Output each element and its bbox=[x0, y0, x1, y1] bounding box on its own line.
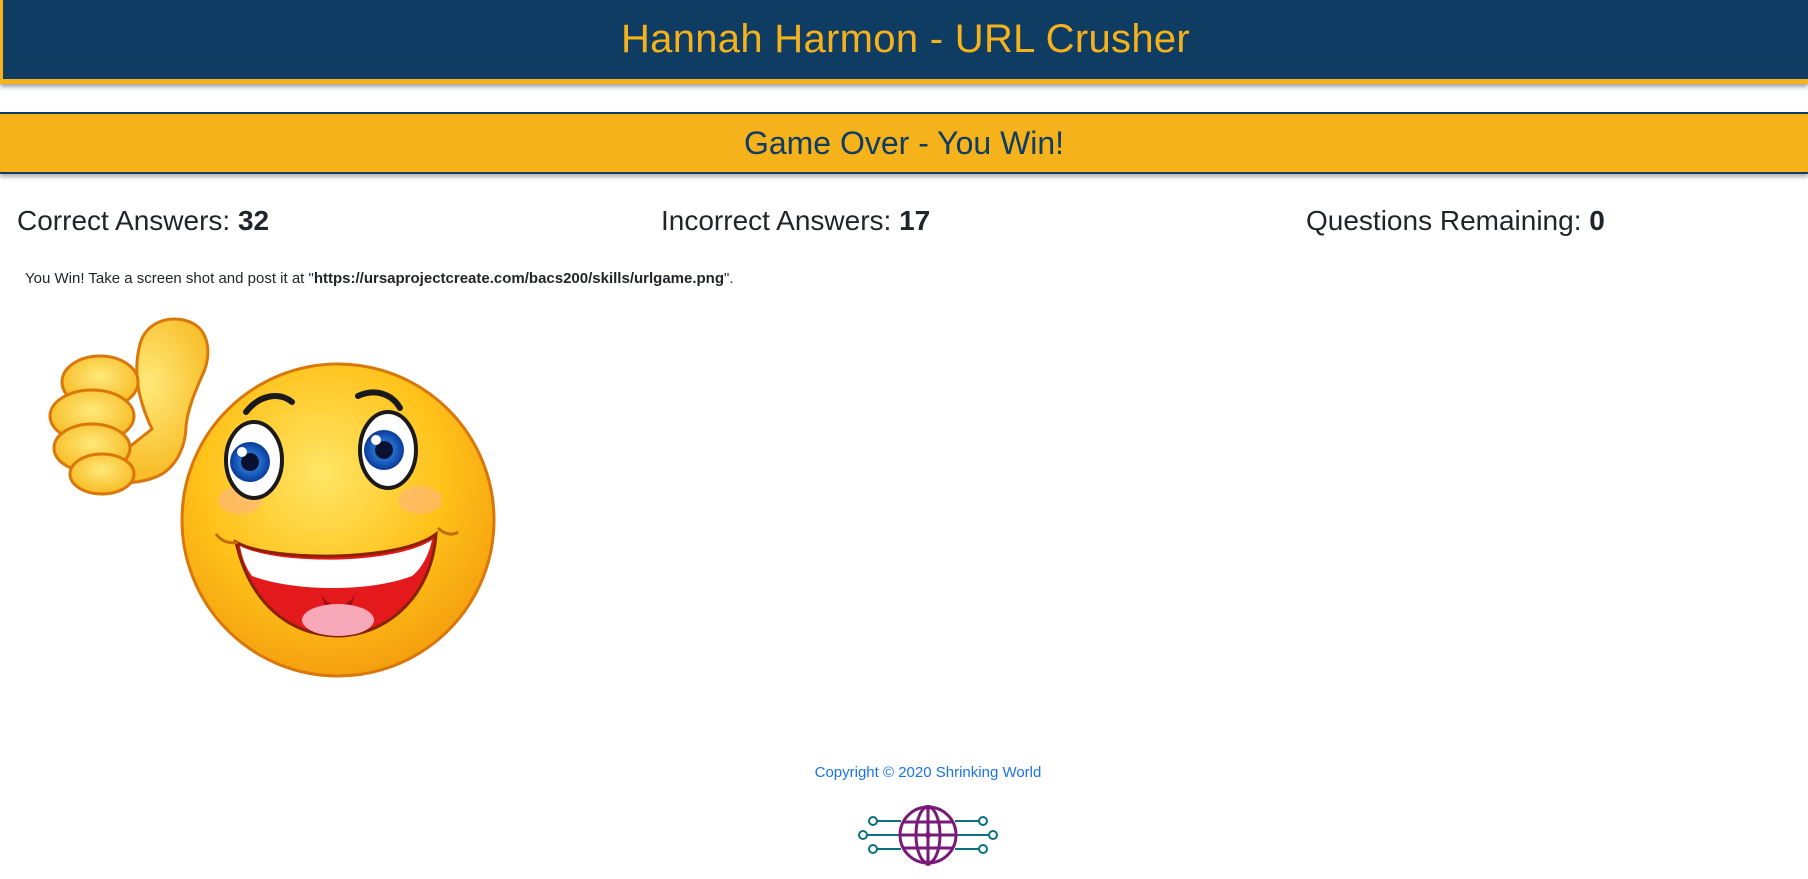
screenshot-url: https://ursaprojectcreate.com/bacs200/sk… bbox=[313, 270, 724, 287]
correct-answers-value: 32 bbox=[237, 205, 270, 236]
incorrect-answers-label: Incorrect Answers: bbox=[661, 205, 900, 236]
win-message-prefix: You Win! Take a screen shot and post it … bbox=[25, 270, 314, 287]
score-stats: Correct Answers: 32 Incorrect Answers: 1… bbox=[0, 205, 1808, 245]
incorrect-answers-stat: Incorrect Answers: 17 bbox=[661, 205, 930, 237]
questions-remaining-label: Questions Remaining: bbox=[1306, 205, 1590, 236]
status-banner: Game Over - You Win! bbox=[0, 112, 1808, 174]
game-status-text: Game Over - You Win! bbox=[743, 124, 1065, 161]
win-message-suffix: ". bbox=[724, 270, 734, 287]
footer-copyright: Copyright © 2020 Shrinking World bbox=[814, 764, 1042, 781]
correct-answers-label: Correct Answers: bbox=[17, 205, 238, 236]
circuit-globe-logo-icon bbox=[858, 805, 998, 866]
questions-remaining-stat: Questions Remaining: 0 bbox=[1306, 205, 1605, 237]
thumbs-up-smiley-icon bbox=[48, 317, 496, 678]
app-header: Hannah Harmon - URL Crusher bbox=[0, 0, 1808, 84]
right-eye bbox=[358, 410, 418, 490]
correct-answers-stat: Correct Answers: 32 bbox=[17, 205, 269, 237]
incorrect-answers-value: 17 bbox=[899, 205, 931, 236]
win-message: You Win! Take a screen shot and post it … bbox=[25, 270, 734, 287]
left-eye bbox=[224, 420, 284, 500]
questions-remaining-value: 0 bbox=[1589, 205, 1605, 236]
thumb-hand bbox=[48, 317, 210, 496]
app-title: Hannah Harmon - URL Crusher bbox=[620, 17, 1191, 61]
